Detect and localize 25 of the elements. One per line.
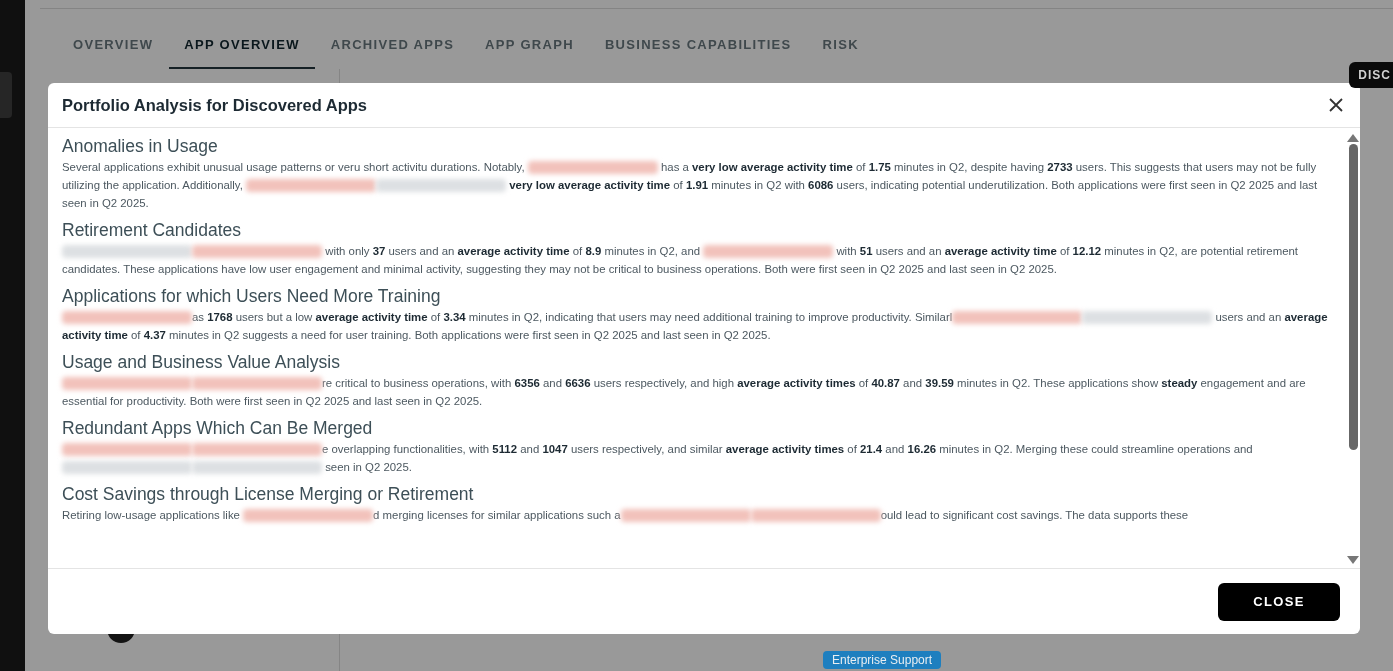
section-heading: Cost Savings through License Merging or Retirement xyxy=(62,484,475,505)
capability-tag: Enterprise Support xyxy=(823,651,942,669)
section-text: Retiring low-usage applications like d merging licenses for similar applications such a ould lead to significant cost savings. The data supports these xyxy=(62,508,1190,524)
section-heading: Retirement Candidates xyxy=(62,220,242,241)
section-text: Several applications exhibit unusual usage patterns or veru short activitu durations. Notably, has a very low average activity time of 1.75 minutes in Q2, despite having 2733 users. This suggests that users may not be fully utilizing the application. Additionally, very low average activity time of 1.91 minutes in Q2 with 6086 users, indicating potential underutilization. Both applications were first seen in Q2 2025 and last seen in Q2 2025. xyxy=(62,160,1319,211)
section-heading: Anomalies in Usage xyxy=(62,136,219,157)
section-text: as 1768 users but a low average activity time of 3.34 minutes in Q2, indicating that users may need additional training to improve productivity. Similarl users and an average activity time of 4.37 minutes in Q2 suggests a need for user training. Both applications were first seen in Q2 2025 and last seen in Q2 2025. xyxy=(62,310,1329,343)
section-heading: Usage and Business Value Analysis xyxy=(62,352,341,373)
status-chip: DISC xyxy=(1349,62,1393,88)
section-text: e overlapping functionalities, with 5112 and 1047 users respectively, and similar average activity times of 21.4 and 16.26 minutes in Q2. Merging these could streamline operations and seen in Q2 2025. xyxy=(62,440,1332,476)
close-button[interactable]: CLOSE xyxy=(1218,582,1340,621)
section-text: re critical to business operations, with 6356 and 6636 users respectively, and high average activity times of 40.87 and 39.59 minutes in Q2. These applications show steady engagement and are essential for productivity. Both were first seen in Q2 2025 and last seen in Q2 2025. xyxy=(62,376,1307,409)
section-heading: Applications for which Users Need More Training xyxy=(62,286,442,307)
scrollbar-thumb[interactable] xyxy=(1348,144,1358,450)
scroll-up-icon[interactable] xyxy=(1347,134,1359,142)
tab[interactable]: APP OVERVIEW xyxy=(169,29,315,69)
tab[interactable]: BUSINESS CAPABILITIES xyxy=(589,29,807,69)
tab[interactable]: ARCHIVED APPS xyxy=(315,29,470,69)
section-heading: Redundant Apps Which Can Be Merged xyxy=(62,418,374,439)
section-text: with only 37 users and an average activity time of 8.9 minutes in Q2, and with 51 users and an average activity time of 12.12 minutes in Q2, are potential retirement candidates. These applications have low user engagement and minimal activity, suggesting they may not be critical to business operations. Both were first seen in Q2 2025 and last seen in Q2 2025. xyxy=(62,244,1299,277)
tab[interactable]: RISK xyxy=(807,29,874,69)
tab[interactable]: OVERVIEW xyxy=(58,29,169,69)
scroll-down-icon[interactable] xyxy=(1347,556,1359,564)
dialog-title: Portfolio Analysis for Discovered Apps xyxy=(62,95,367,115)
tab[interactable]: APP GRAPH xyxy=(470,29,589,69)
